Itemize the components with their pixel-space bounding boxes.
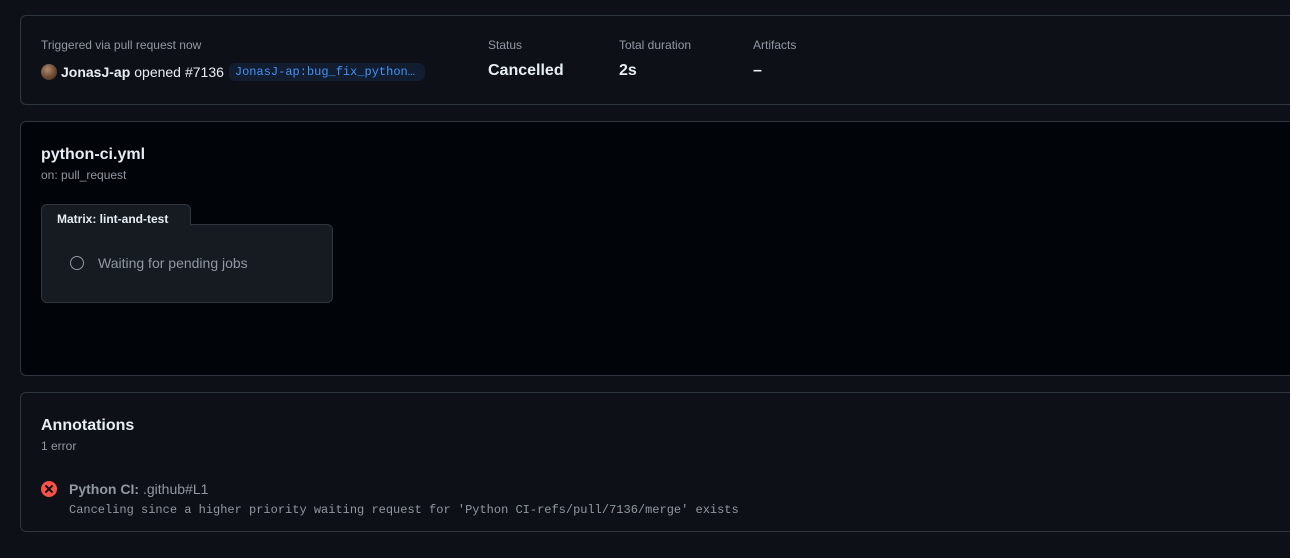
run-summary-panel: Triggered via pull request now JonasJ-ap… bbox=[20, 15, 1290, 105]
trigger-label: Triggered via pull request now bbox=[41, 38, 202, 52]
trigger-user-link[interactable]: JonasJ-ap bbox=[61, 64, 130, 80]
matrix-label-tab: Matrix: lint-and-test bbox=[41, 204, 191, 226]
annotation-message: Canceling since a higher priority waitin… bbox=[69, 503, 739, 517]
annotations-panel: Annotations 1 error Python CI: .github#L… bbox=[20, 392, 1290, 532]
user-avatar[interactable] bbox=[41, 64, 57, 80]
annotations-title: Annotations bbox=[41, 417, 135, 434]
duration-label: Total duration bbox=[619, 38, 692, 52]
pull-request-link[interactable]: #7136 bbox=[185, 64, 224, 80]
trigger-action: opened bbox=[134, 64, 181, 80]
matrix-job-group: Waiting for pending jobs bbox=[41, 224, 333, 303]
status-label: Status bbox=[488, 38, 523, 52]
branch-label[interactable]: JonasJ-ap:bug_fix_python_… bbox=[228, 63, 425, 81]
trigger-details: JonasJ-ap opened #7136 JonasJ-ap:bug_fix… bbox=[41, 62, 425, 82]
annotation-location[interactable]: .github#L1 bbox=[143, 481, 208, 497]
workflow-trigger: on: pull_request bbox=[41, 168, 127, 182]
artifacts-label: Artifacts bbox=[753, 38, 797, 52]
workflow-file-name[interactable]: python-ci.yml bbox=[41, 146, 145, 164]
annotation-source: Python CI: bbox=[69, 481, 139, 497]
annotation-item[interactable]: Python CI: .github#L1 bbox=[41, 481, 208, 497]
pending-circle-icon bbox=[70, 256, 84, 270]
error-x-circle-icon bbox=[41, 481, 57, 497]
annotations-count: 1 error bbox=[41, 439, 77, 453]
duration-value: 2s bbox=[619, 62, 637, 79]
status-value: Cancelled bbox=[488, 62, 564, 79]
pending-job-row[interactable]: Waiting for pending jobs bbox=[70, 255, 248, 271]
artifacts-value: – bbox=[753, 62, 762, 79]
job-status-text: Waiting for pending jobs bbox=[98, 255, 248, 271]
workflow-graph-panel: python-ci.yml on: pull_request Waiting f… bbox=[20, 121, 1290, 376]
